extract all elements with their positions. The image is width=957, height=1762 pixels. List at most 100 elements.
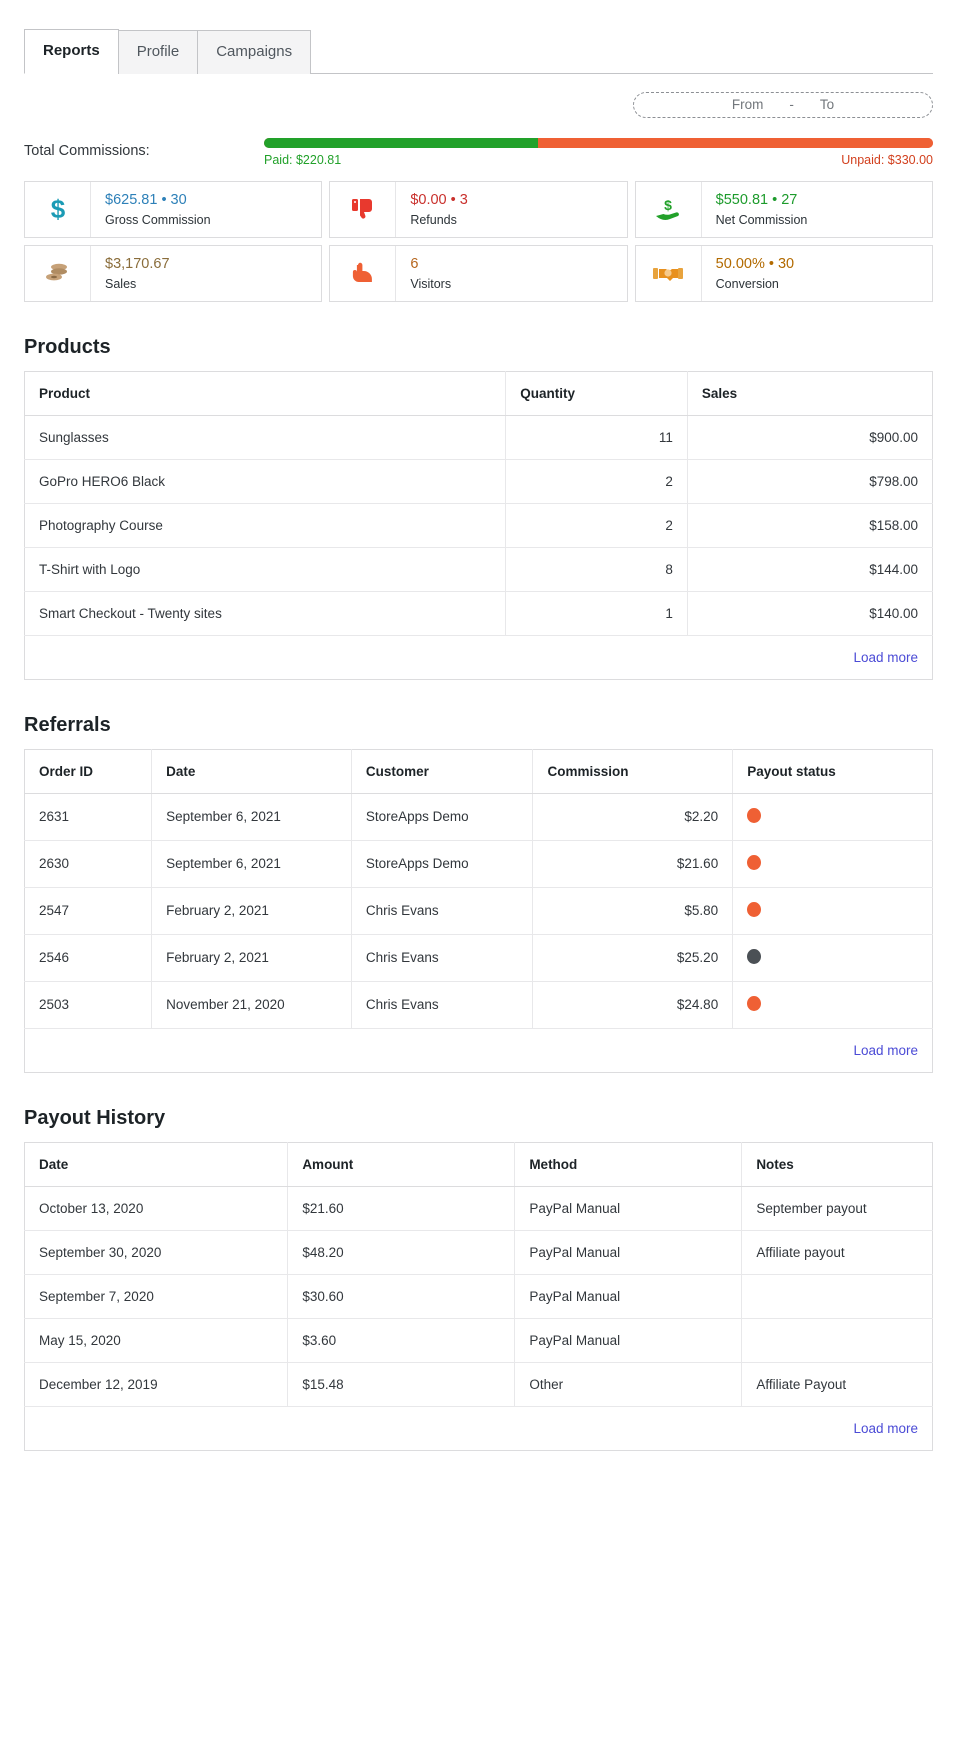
cell-payout-method: PayPal Manual (515, 1186, 742, 1230)
tab-reports[interactable]: Reports (24, 29, 119, 74)
status-badge (747, 949, 761, 964)
products-load-more-cell: Load more (25, 635, 933, 679)
cell-payout-status (733, 934, 933, 981)
cell-date: February 2, 2021 (152, 887, 352, 934)
stat-card-body: $550.81 • 27 Net Commission (702, 182, 808, 237)
table-footer-row: Load more (25, 1028, 933, 1072)
table-header-row: Order ID Date Customer Commission Payout… (25, 749, 933, 793)
cell-payout-method: PayPal Manual (515, 1274, 742, 1318)
cell-payout-status (733, 887, 933, 934)
stat-card-sales: $3,170.67 Sales (24, 245, 322, 302)
payouts-load-more-link[interactable]: Load more (853, 1421, 918, 1436)
products-table: Product Quantity Sales Sunglasses 11 $90… (24, 371, 933, 680)
coins-icon (25, 246, 91, 301)
cell-product-quantity: 8 (506, 547, 688, 591)
thumbs-down-icon (330, 182, 396, 237)
column-header-date: Date (152, 749, 352, 793)
cell-payout-date: September 7, 2020 (25, 1274, 288, 1318)
referrals-load-more-link[interactable]: Load more (853, 1043, 918, 1058)
column-header-product: Product (25, 371, 506, 415)
column-header-amount: Amount (288, 1142, 515, 1186)
status-badge (747, 808, 761, 823)
tab-bar: Reports Profile Campaigns (24, 28, 933, 74)
cell-product-quantity: 11 (506, 415, 688, 459)
referrals-title: Referrals (24, 714, 933, 737)
table-header-row: Product Quantity Sales (25, 371, 933, 415)
affiliate-reports-page: Reports Profile Campaigns From - To Tota… (0, 0, 957, 1762)
stat-cards-section: $ $625.81 • 30 Gross Commission (0, 167, 957, 302)
commission-paid-label: Paid: $220.81 (264, 153, 341, 167)
commission-unpaid-segment (538, 138, 933, 148)
table-row: GoPro HERO6 Black 2 $798.00 (25, 459, 933, 503)
products-load-more-link[interactable]: Load more (853, 650, 918, 665)
stat-label: Gross Commission (105, 213, 211, 227)
table-footer-row: Load more (25, 1406, 933, 1450)
daterange-row: From - To (0, 74, 957, 118)
payout-history-table: Date Amount Method Notes October 13, 202… (24, 1142, 933, 1451)
svg-text:$: $ (664, 197, 672, 213)
cell-payout-method: PayPal Manual (515, 1318, 742, 1362)
cell-product-sales: $798.00 (687, 459, 932, 503)
total-commissions-label: Total Commissions: (24, 138, 264, 159)
referrals-table: Order ID Date Customer Commission Payout… (24, 749, 933, 1073)
date-range-picker[interactable]: From - To (633, 92, 933, 118)
cell-product-quantity: 1 (506, 591, 688, 635)
commission-unpaid-label: Unpaid: $330.00 (841, 153, 933, 167)
commission-legend: Paid: $220.81 Unpaid: $330.00 (264, 153, 933, 167)
cell-payout-date: September 30, 2020 (25, 1230, 288, 1274)
cell-payout-date: May 15, 2020 (25, 1318, 288, 1362)
total-commissions-section: Total Commissions: Paid: $220.81 Unpaid:… (0, 118, 957, 167)
table-row: September 30, 2020 $48.20 PayPal Manual … (25, 1230, 933, 1274)
stat-label: Net Commission (716, 213, 808, 227)
column-header-notes: Notes (742, 1142, 933, 1186)
column-header-date: Date (25, 1142, 288, 1186)
tab-campaigns[interactable]: Campaigns (197, 30, 311, 74)
stat-card-conversion: 50.00% • 30 Conversion (635, 245, 933, 302)
cell-payout-notes (742, 1318, 933, 1362)
cell-product-sales: $144.00 (687, 547, 932, 591)
cell-payout-date: October 13, 2020 (25, 1186, 288, 1230)
cell-commission: $2.20 (533, 793, 733, 840)
column-header-commission: Commission (533, 749, 733, 793)
date-range-separator: - (789, 97, 794, 112)
cell-date: November 21, 2020 (152, 981, 352, 1028)
table-row: 2547 February 2, 2021 Chris Evans $5.80 (25, 887, 933, 934)
column-header-payout-status: Payout status (733, 749, 933, 793)
date-to-label: To (820, 97, 834, 112)
tab-profile[interactable]: Profile (118, 30, 199, 74)
cell-commission: $5.80 (533, 887, 733, 934)
referrals-load-more-cell: Load more (25, 1028, 933, 1072)
stat-card-net-commission: $ $550.81 • 27 Net Commission (635, 181, 933, 238)
stat-label: Visitors (410, 277, 451, 291)
cell-product-name: GoPro HERO6 Black (25, 459, 506, 503)
cell-order-id: 2547 (25, 887, 152, 934)
table-row: December 12, 2019 $15.48 Other Affiliate… (25, 1362, 933, 1406)
table-row: 2546 February 2, 2021 Chris Evans $25.20 (25, 934, 933, 981)
stat-card-gross-commission: $ $625.81 • 30 Gross Commission (24, 181, 322, 238)
cell-order-id: 2503 (25, 981, 152, 1028)
referrals-section: Referrals Order ID Date Customer Commiss… (0, 714, 957, 1073)
stat-label: Sales (105, 277, 170, 291)
cell-payout-status (733, 840, 933, 887)
cell-product-sales: $158.00 (687, 503, 932, 547)
stat-card-body: 50.00% • 30 Conversion (702, 246, 794, 301)
table-row: October 13, 2020 $21.60 PayPal Manual Se… (25, 1186, 933, 1230)
table-footer-row: Load more (25, 635, 933, 679)
cell-customer: Chris Evans (351, 887, 533, 934)
stat-card-body: $3,170.67 Sales (91, 246, 170, 301)
cell-customer: StoreApps Demo (351, 793, 533, 840)
column-header-sales: Sales (687, 371, 932, 415)
stat-card-body: 6 Visitors (396, 246, 451, 301)
cell-product-name: Photography Course (25, 503, 506, 547)
cell-commission: $21.60 (533, 840, 733, 887)
cell-payout-status (733, 793, 933, 840)
cell-payout-notes: Affiliate payout (742, 1230, 933, 1274)
svg-text:$: $ (50, 195, 65, 223)
cell-product-sales: $140.00 (687, 591, 932, 635)
cell-product-quantity: 2 (506, 503, 688, 547)
pointing-hand-icon (330, 246, 396, 301)
table-header-row: Date Amount Method Notes (25, 1142, 933, 1186)
table-row: Smart Checkout - Twenty sites 1 $140.00 (25, 591, 933, 635)
cell-payout-amount: $48.20 (288, 1230, 515, 1274)
stat-value: $625.81 • 30 (105, 191, 211, 211)
